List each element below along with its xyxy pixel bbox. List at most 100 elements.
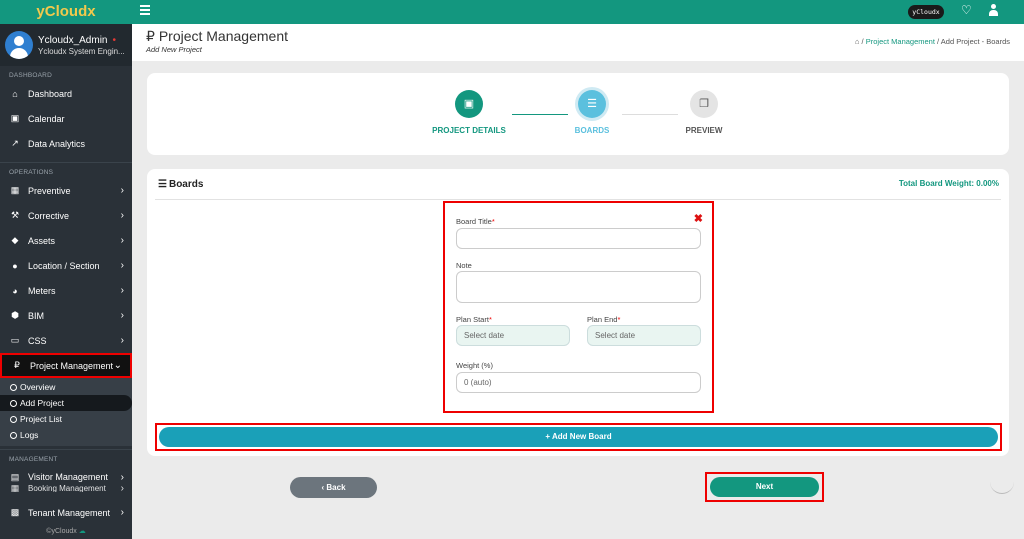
user-icon[interactable] [988, 4, 998, 17]
add-new-board-label: Add New Board [552, 432, 612, 441]
app-logo[interactable]: yCloudx [0, 0, 132, 24]
sidebar-footer: ©yCloudx ☁ [0, 527, 132, 535]
sidebar-item-calendar[interactable]: ▣ Calendar [0, 106, 132, 131]
plan-start-label: Plan Start* [456, 315, 492, 324]
sidebar-item-visitor-management[interactable]: ▤ Visitor Management › [0, 470, 132, 484]
add-new-board-button[interactable]: + Add New Board [159, 427, 998, 447]
circle-icon [10, 400, 17, 407]
breadcrumb: ⌂ / Project Management / Add Project - B… [855, 37, 1010, 46]
status-dot-icon: • [112, 34, 116, 46]
sidebar: yCloudx Ycloudx_Admin • Ycloudx System En… [0, 0, 132, 539]
page-title: ₽ Project Management [146, 28, 288, 45]
chevron-right-icon: › [120, 235, 124, 246]
submenu-label: Overview [20, 382, 56, 392]
sidebar-item-corrective[interactable]: ⚒ Corrective › [0, 203, 132, 228]
sidebar-item-label: Dashboard [28, 88, 73, 99]
sidebar-item-bim[interactable]: ⬢ BIM › [0, 303, 132, 328]
section-operations: OPERATIONS [9, 169, 54, 176]
building-icon: ▩ [10, 507, 20, 517]
chart-line-icon: ↗ [11, 138, 19, 148]
step-label-preview: PREVIEW [685, 126, 723, 135]
boards-title: ☰ Boards [158, 179, 203, 190]
chevron-left-icon: ‹ [321, 483, 325, 492]
calendar-check-icon: ▣ [10, 113, 20, 123]
monitor-icon: ▭ [10, 335, 20, 345]
sidebar-item-label: Location / Section [28, 260, 100, 271]
step-preview-icon[interactable]: ❐ [690, 90, 718, 118]
boards-title-text: Boards [168, 179, 204, 190]
submenu-item-logs[interactable]: Logs [0, 427, 132, 443]
sidebar-item-project-management[interactable]: ₽ Project Management ⌄ [0, 353, 132, 378]
step-connector [512, 114, 568, 115]
note-label: Note [456, 261, 472, 270]
weight-label: Weight (%) [456, 361, 493, 370]
sidebar-item-tenant-management[interactable]: ▩ Tenant Management › [0, 500, 132, 525]
submenu-item-overview[interactable]: Overview [0, 379, 132, 395]
menu-toggle-icon[interactable] [140, 5, 150, 15]
sidebar-item-dashboard[interactable]: ⌂ Dashboard [0, 81, 132, 106]
breadcrumb-link-project-management[interactable]: Project Management [866, 37, 935, 46]
user-avatar-icon[interactable] [5, 31, 33, 59]
boards-card: ☰ Boards Total Board Weight: 0.00% ✖ Boar… [147, 169, 1009, 456]
wrench-icon: ⚒ [10, 210, 20, 220]
chevron-right-icon: › [120, 285, 124, 296]
back-button[interactable]: ‹ Back [290, 477, 377, 498]
close-icon[interactable]: ✖ [694, 212, 703, 225]
sidebar-item-label: Preventive [28, 185, 71, 196]
tag-icon: ◆ [11, 235, 19, 245]
user-panel: Ycloudx_Admin • Ycloudx System Engin... [0, 24, 132, 66]
page-title-text: Project Management [158, 28, 288, 44]
home-icon[interactable]: ⌂ [855, 37, 860, 46]
bell-icon[interactable]: ♡ [961, 3, 972, 17]
sidebar-item-data-analytics[interactable]: ↗ Data Analytics [0, 131, 132, 156]
stepper-card: ▣ PROJECT DETAILS ☰ BOARDS ❐ PREVIEW [147, 73, 1009, 155]
next-button[interactable]: Next [710, 477, 819, 497]
chevron-right-icon: › [120, 335, 124, 346]
step-label-boards: BOARDS [574, 126, 610, 135]
project-submenu: Overview Add Project Project List Logs [0, 378, 132, 446]
scroll-to-top-indicator[interactable] [990, 480, 1014, 494]
submenu-item-add-project[interactable]: Add Project [0, 395, 132, 411]
home-icon: ⌂ [12, 88, 18, 99]
weight-input[interactable]: 0 (auto) [456, 372, 701, 393]
sidebar-item-preventive[interactable]: ▦ Preventive › [0, 178, 132, 203]
step-boards-icon[interactable]: ☰ [578, 90, 606, 118]
sidebar-item-label: Corrective [28, 210, 70, 221]
plan-end-label: Plan End* [587, 315, 620, 324]
top-bar: yCloudx ♡ [132, 0, 1024, 24]
circle-icon [10, 384, 17, 391]
page-subtitle: Add New Project [146, 45, 202, 54]
submenu-item-project-list[interactable]: Project List [0, 411, 132, 427]
breadcrumb-current: Add Project - Boards [940, 37, 1010, 46]
sidebar-item-meters[interactable]: ◕ Meters › [0, 278, 132, 303]
sidebar-item-assets[interactable]: ◆ Assets › [0, 228, 132, 253]
sidebar-item-location-section[interactable]: ● Location / Section › [0, 253, 132, 278]
brand-badge[interactable]: yCloudx [908, 5, 944, 19]
next-highlight: Next [705, 472, 824, 502]
required-mark: * [488, 315, 492, 324]
cube-icon: ⬢ [11, 310, 19, 320]
step-connector [622, 114, 678, 115]
footer-text: ©yCloudx [46, 528, 77, 535]
id-card-icon: ▤ [10, 471, 20, 482]
sidebar-item-label: Assets [28, 235, 56, 246]
back-label: Back [326, 483, 346, 492]
user-role: Ycloudx System Engin... [38, 46, 125, 56]
sidebar-item-label: Project Management [30, 360, 114, 371]
chevron-right-icon: › [120, 507, 124, 518]
step-project-details-icon[interactable]: ▣ [455, 90, 483, 118]
label-text: Board Title [456, 217, 492, 226]
plus-icon: + [545, 432, 551, 441]
section-dashboard: DASHBOARD [9, 72, 52, 79]
sidebar-item-label: CSS [28, 335, 47, 346]
required-mark: * [491, 217, 495, 226]
plan-end-input[interactable]: Select date [587, 325, 701, 346]
board-title-input[interactable] [456, 228, 701, 249]
note-textarea[interactable] [456, 271, 701, 303]
sidebar-item-css[interactable]: ▭ CSS › [0, 328, 132, 353]
plan-start-input[interactable]: Select date [456, 325, 570, 346]
chevron-right-icon: › [120, 210, 124, 221]
sidebar-item-booking-management[interactable]: ▦ Booking Management › [0, 484, 132, 492]
project-icon: ₽ [146, 28, 155, 44]
calendar-icon: ▦ [10, 185, 20, 195]
